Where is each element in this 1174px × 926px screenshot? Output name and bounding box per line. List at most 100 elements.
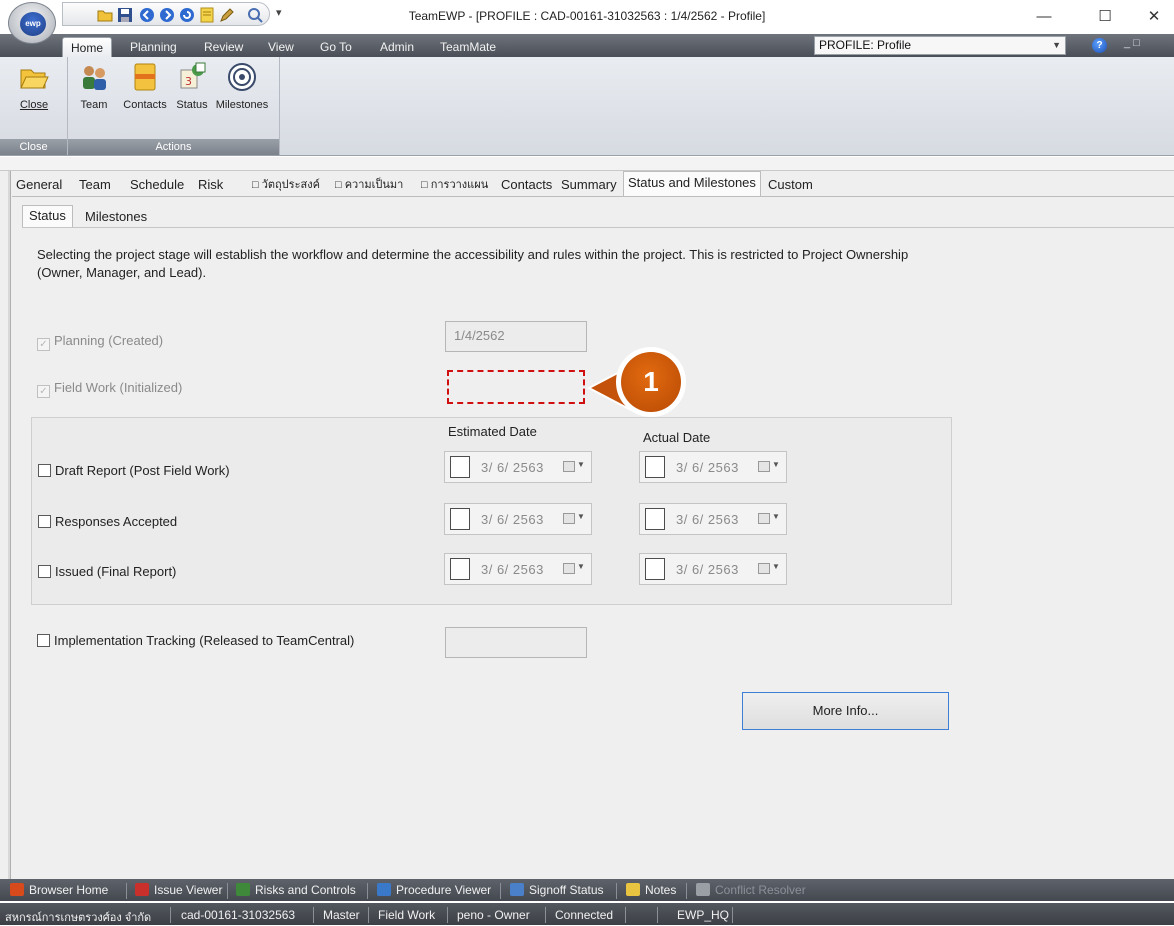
status-connection: Connected bbox=[555, 908, 614, 922]
status-separator bbox=[447, 907, 448, 923]
close-window-button[interactable]: ✕ bbox=[1134, 2, 1174, 32]
conflict-icon bbox=[696, 883, 710, 896]
ribbon-tab-planning[interactable]: Planning bbox=[122, 37, 185, 57]
help-icon[interactable]: ? bbox=[1092, 38, 1107, 53]
status-bar: สหกรณ์การเกษตรวงศ์อง จำกัด cad-00161-310… bbox=[0, 903, 1174, 925]
ribbon-tab-view[interactable]: View bbox=[260, 37, 302, 57]
maximize-button[interactable]: ☐ bbox=[1085, 2, 1125, 32]
responses-accepted-actual-date[interactable]: 3/ 6/ 2563 ▼ bbox=[639, 503, 787, 535]
date-enable-checkbox[interactable] bbox=[450, 558, 470, 580]
nav-signoff-status[interactable]: Signoff Status bbox=[510, 883, 604, 899]
status-server: EWP_HQ bbox=[677, 908, 730, 922]
mdi-controls[interactable]: _ □ bbox=[1124, 37, 1140, 49]
status-stage: Field Work bbox=[378, 908, 436, 922]
close-button[interactable]: Close bbox=[8, 61, 60, 111]
subtab-status[interactable]: Status bbox=[22, 205, 73, 228]
issued-row: Issued (Final Report) bbox=[38, 564, 176, 579]
date-enable-checkbox[interactable] bbox=[645, 508, 665, 530]
procedure-icon bbox=[377, 883, 391, 896]
tab-team[interactable]: Team bbox=[75, 174, 115, 196]
date-enable-checkbox[interactable] bbox=[450, 508, 470, 530]
callout-highlight-box bbox=[447, 370, 585, 404]
responses-accepted-estimated-date[interactable]: 3/ 6/ 2563 ▼ bbox=[444, 503, 592, 535]
chevron-down-icon[interactable]: ▼ bbox=[577, 460, 585, 469]
nav-risks-and-controls[interactable]: Risks and Controls bbox=[236, 883, 356, 899]
draft-report-checkbox[interactable] bbox=[38, 464, 51, 477]
issued-estimated-date[interactable]: 3/ 6/ 2563 ▼ bbox=[444, 553, 592, 585]
profile-select[interactable]: PROFILE: Profile ▼ bbox=[814, 36, 1066, 55]
ribbon-tab-admin[interactable]: Admin bbox=[372, 37, 422, 57]
nav-separator bbox=[686, 883, 687, 899]
tab-contacts[interactable]: Contacts bbox=[497, 174, 556, 196]
tab-custom[interactable]: Custom bbox=[764, 174, 817, 196]
callout-badge: 1 bbox=[616, 347, 686, 417]
status-user-role: peno - Owner bbox=[457, 908, 530, 922]
date-enable-checkbox[interactable] bbox=[645, 456, 665, 478]
calendar-icon[interactable] bbox=[758, 461, 770, 472]
date-enable-checkbox[interactable] bbox=[645, 558, 665, 580]
status-separator bbox=[657, 907, 658, 923]
field-work-checkbox-row: ✓ Field Work (Initialized) bbox=[37, 380, 182, 398]
responses-accepted-label: Responses Accepted bbox=[55, 514, 178, 529]
subtab-milestones[interactable]: Milestones bbox=[79, 207, 153, 227]
calendar-icon[interactable] bbox=[758, 563, 770, 574]
team-button-label: Team bbox=[80, 99, 108, 111]
tab-schedule[interactable]: Schedule bbox=[126, 174, 188, 196]
calendar-icon[interactable] bbox=[563, 563, 575, 574]
nav-issue-viewer[interactable]: Issue Viewer bbox=[135, 883, 222, 899]
ribbon-tab-teammate[interactable]: TeamMate bbox=[432, 37, 504, 57]
status-button-label: Status bbox=[176, 99, 208, 111]
planning-checkbox: ✓ bbox=[37, 338, 50, 351]
minimize-button[interactable]: — bbox=[1024, 2, 1064, 32]
nav-browser-home[interactable]: Browser Home bbox=[10, 883, 108, 899]
chevron-down-icon[interactable]: ▼ bbox=[577, 512, 585, 521]
chevron-down-icon[interactable]: ▼ bbox=[772, 512, 780, 521]
planning-date-field: 1/4/2562 bbox=[445, 321, 587, 352]
tab-planning[interactable]: □ การวางแผน bbox=[417, 174, 492, 196]
title-bar: ewp ▾ TeamEWP - [PROFILE : CAD-00161-310… bbox=[0, 0, 1174, 44]
ribbon-tab-goto[interactable]: Go To bbox=[312, 37, 360, 57]
nav-label: Browser Home bbox=[29, 883, 109, 897]
calendar-icon[interactable] bbox=[563, 513, 575, 524]
chevron-down-icon[interactable]: ▼ bbox=[772, 562, 780, 571]
tab-objectives[interactable]: □ วัตถุประสงค์ bbox=[248, 174, 324, 196]
ribbon-group-label: Actions bbox=[68, 139, 279, 155]
risks-icon bbox=[236, 883, 250, 896]
callout-number: 1 bbox=[621, 352, 681, 412]
application-menu-button[interactable]: ewp bbox=[8, 2, 56, 44]
milestones-button[interactable]: Milestones bbox=[210, 61, 274, 111]
implementation-tracking-label: Implementation Tracking (Released to Tea… bbox=[54, 633, 355, 648]
tab-status-and-milestones[interactable]: Status and Milestones bbox=[623, 171, 761, 196]
nav-procedure-viewer[interactable]: Procedure Viewer bbox=[377, 883, 491, 899]
calendar-icon[interactable] bbox=[563, 461, 575, 472]
ribbon-group-label: Close bbox=[0, 139, 67, 155]
chevron-down-icon[interactable]: ▼ bbox=[577, 562, 585, 571]
implementation-tracking-checkbox[interactable] bbox=[37, 634, 50, 647]
ribbon-tab-review[interactable]: Review bbox=[196, 37, 251, 57]
nav-notes[interactable]: Notes bbox=[626, 883, 676, 899]
status-button[interactable]: 3 Status bbox=[174, 61, 210, 111]
tab-risk[interactable]: Risk bbox=[194, 174, 227, 196]
close-button-label: Close bbox=[19, 99, 49, 111]
issued-checkbox[interactable] bbox=[38, 565, 51, 578]
responses-accepted-checkbox[interactable] bbox=[38, 515, 51, 528]
chevron-down-icon[interactable]: ▼ bbox=[772, 460, 780, 469]
calendar-icon[interactable] bbox=[758, 513, 770, 524]
tab-general[interactable]: General bbox=[12, 174, 66, 196]
svg-text:3: 3 bbox=[185, 75, 192, 88]
ribbon-tab-home[interactable]: Home bbox=[62, 37, 113, 57]
contacts-button[interactable]: Contacts bbox=[116, 61, 174, 111]
more-info-button[interactable]: More Info... bbox=[742, 692, 949, 730]
issued-actual-date[interactable]: 3/ 6/ 2563 ▼ bbox=[639, 553, 787, 585]
home-icon bbox=[10, 883, 24, 896]
nav-conflict-resolver: Conflict Resolver bbox=[696, 883, 806, 899]
draft-report-actual-date[interactable]: 3/ 6/ 2563 ▼ bbox=[639, 451, 787, 483]
team-button[interactable]: Team bbox=[76, 61, 112, 111]
draft-report-estimated-date[interactable]: 3/ 6/ 2563 ▼ bbox=[444, 451, 592, 483]
status-organization: สหกรณ์การเกษตรวงศ์อง จำกัด bbox=[5, 912, 152, 924]
tab-summary[interactable]: Summary bbox=[557, 174, 621, 196]
tab-background[interactable]: □ ความเป็นมา bbox=[331, 174, 407, 196]
status-icon: 3 bbox=[180, 62, 206, 89]
window-title: TeamEWP - [PROFILE : CAD-00161-31032563 … bbox=[408, 9, 766, 23]
date-enable-checkbox[interactable] bbox=[450, 456, 470, 478]
